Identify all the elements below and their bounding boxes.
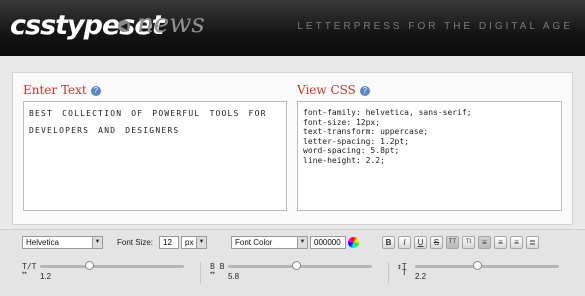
- align-right-icon: ≡: [514, 238, 519, 247]
- editor-panel: Enter Text? View CSS? BEST COLLECTION OF…: [12, 72, 573, 225]
- uppercase-button[interactable]: TT: [446, 236, 459, 249]
- font-family-select[interactable]: Helvetica ▼: [22, 236, 103, 249]
- divider: [388, 262, 389, 284]
- word-spacing-slider[interactable]: [228, 261, 372, 270]
- font-size-input[interactable]: 12: [159, 236, 179, 249]
- view-css-heading: View CSS?: [297, 83, 370, 97]
- css-output[interactable]: font-family: helvetica, sans-serif; font…: [297, 101, 562, 211]
- line-height-slider[interactable]: [415, 261, 559, 270]
- chevron-down-icon[interactable]: ▼: [92, 237, 102, 248]
- font-unit-value: px: [185, 238, 194, 247]
- justify-icon: ≣: [529, 238, 536, 247]
- slider-thumb[interactable]: [84, 261, 94, 270]
- help-icon[interactable]: ?: [90, 86, 101, 96]
- font-color-select[interactable]: Font Color ▼: [231, 236, 308, 249]
- font-size-label: Font Size:: [117, 238, 154, 247]
- align-center-icon: ≡: [498, 238, 503, 247]
- help-icon[interactable]: ?: [359, 86, 370, 96]
- justify-button[interactable]: ≣: [526, 236, 539, 249]
- word-spacing-value: 5.8: [228, 272, 240, 281]
- line-height-icon: ↕T T: [397, 262, 407, 277]
- view-css-title: View CSS: [297, 83, 356, 97]
- color-hex-input[interactable]: 000000: [310, 236, 346, 249]
- font-family-value: Helvetica: [26, 238, 59, 247]
- line-height-value: 2.2: [415, 272, 427, 281]
- slider-thumb[interactable]: [291, 261, 301, 270]
- chevron-down-icon[interactable]: ▼: [297, 237, 307, 248]
- underline-button[interactable]: U: [414, 236, 427, 249]
- strikethrough-button[interactable]: S: [430, 236, 443, 249]
- bold-button[interactable]: B: [382, 236, 395, 249]
- letter-spacing-icon: T/T ↔: [22, 262, 37, 277]
- back-arrow-icon[interactable]: ◀: [118, 20, 130, 32]
- font-unit-select[interactable]: px ▼: [181, 236, 207, 249]
- divider: [200, 262, 201, 284]
- enter-text-heading: Enter Text?: [23, 83, 101, 97]
- enter-text-title: Enter Text: [23, 83, 87, 97]
- word-spacing-icon: B B ↔: [210, 262, 225, 277]
- slider-thumb[interactable]: [472, 261, 482, 270]
- news-link[interactable]: news: [137, 9, 205, 39]
- align-center-button[interactable]: ≡: [494, 236, 507, 249]
- letter-spacing-value: 1.2: [40, 272, 52, 281]
- chevron-down-icon[interactable]: ▼: [196, 237, 206, 248]
- capitalize-button[interactable]: Tt: [462, 236, 475, 249]
- site-tagline: LETTERPRESS FOR THE DIGITAL AGE: [297, 21, 573, 32]
- align-left-icon: ≡: [482, 238, 487, 247]
- letter-spacing-slider[interactable]: [40, 261, 184, 270]
- typography-toolbar: Helvetica ▼ Font Size: 12 px ▼ Font Colo…: [0, 229, 585, 296]
- color-wheel-icon[interactable]: [348, 237, 359, 248]
- italic-button[interactable]: I: [398, 236, 411, 249]
- site-header: csstypeset ◀ news LETTERPRESS FOR THE DI…: [0, 0, 585, 56]
- enter-text-input[interactable]: BEST COLLECTION OF POWERFUL TOOLS FOR DE…: [23, 101, 287, 211]
- font-color-value: Font Color: [235, 238, 273, 247]
- align-left-button[interactable]: ≡: [478, 236, 491, 249]
- align-right-button[interactable]: ≡: [510, 236, 523, 249]
